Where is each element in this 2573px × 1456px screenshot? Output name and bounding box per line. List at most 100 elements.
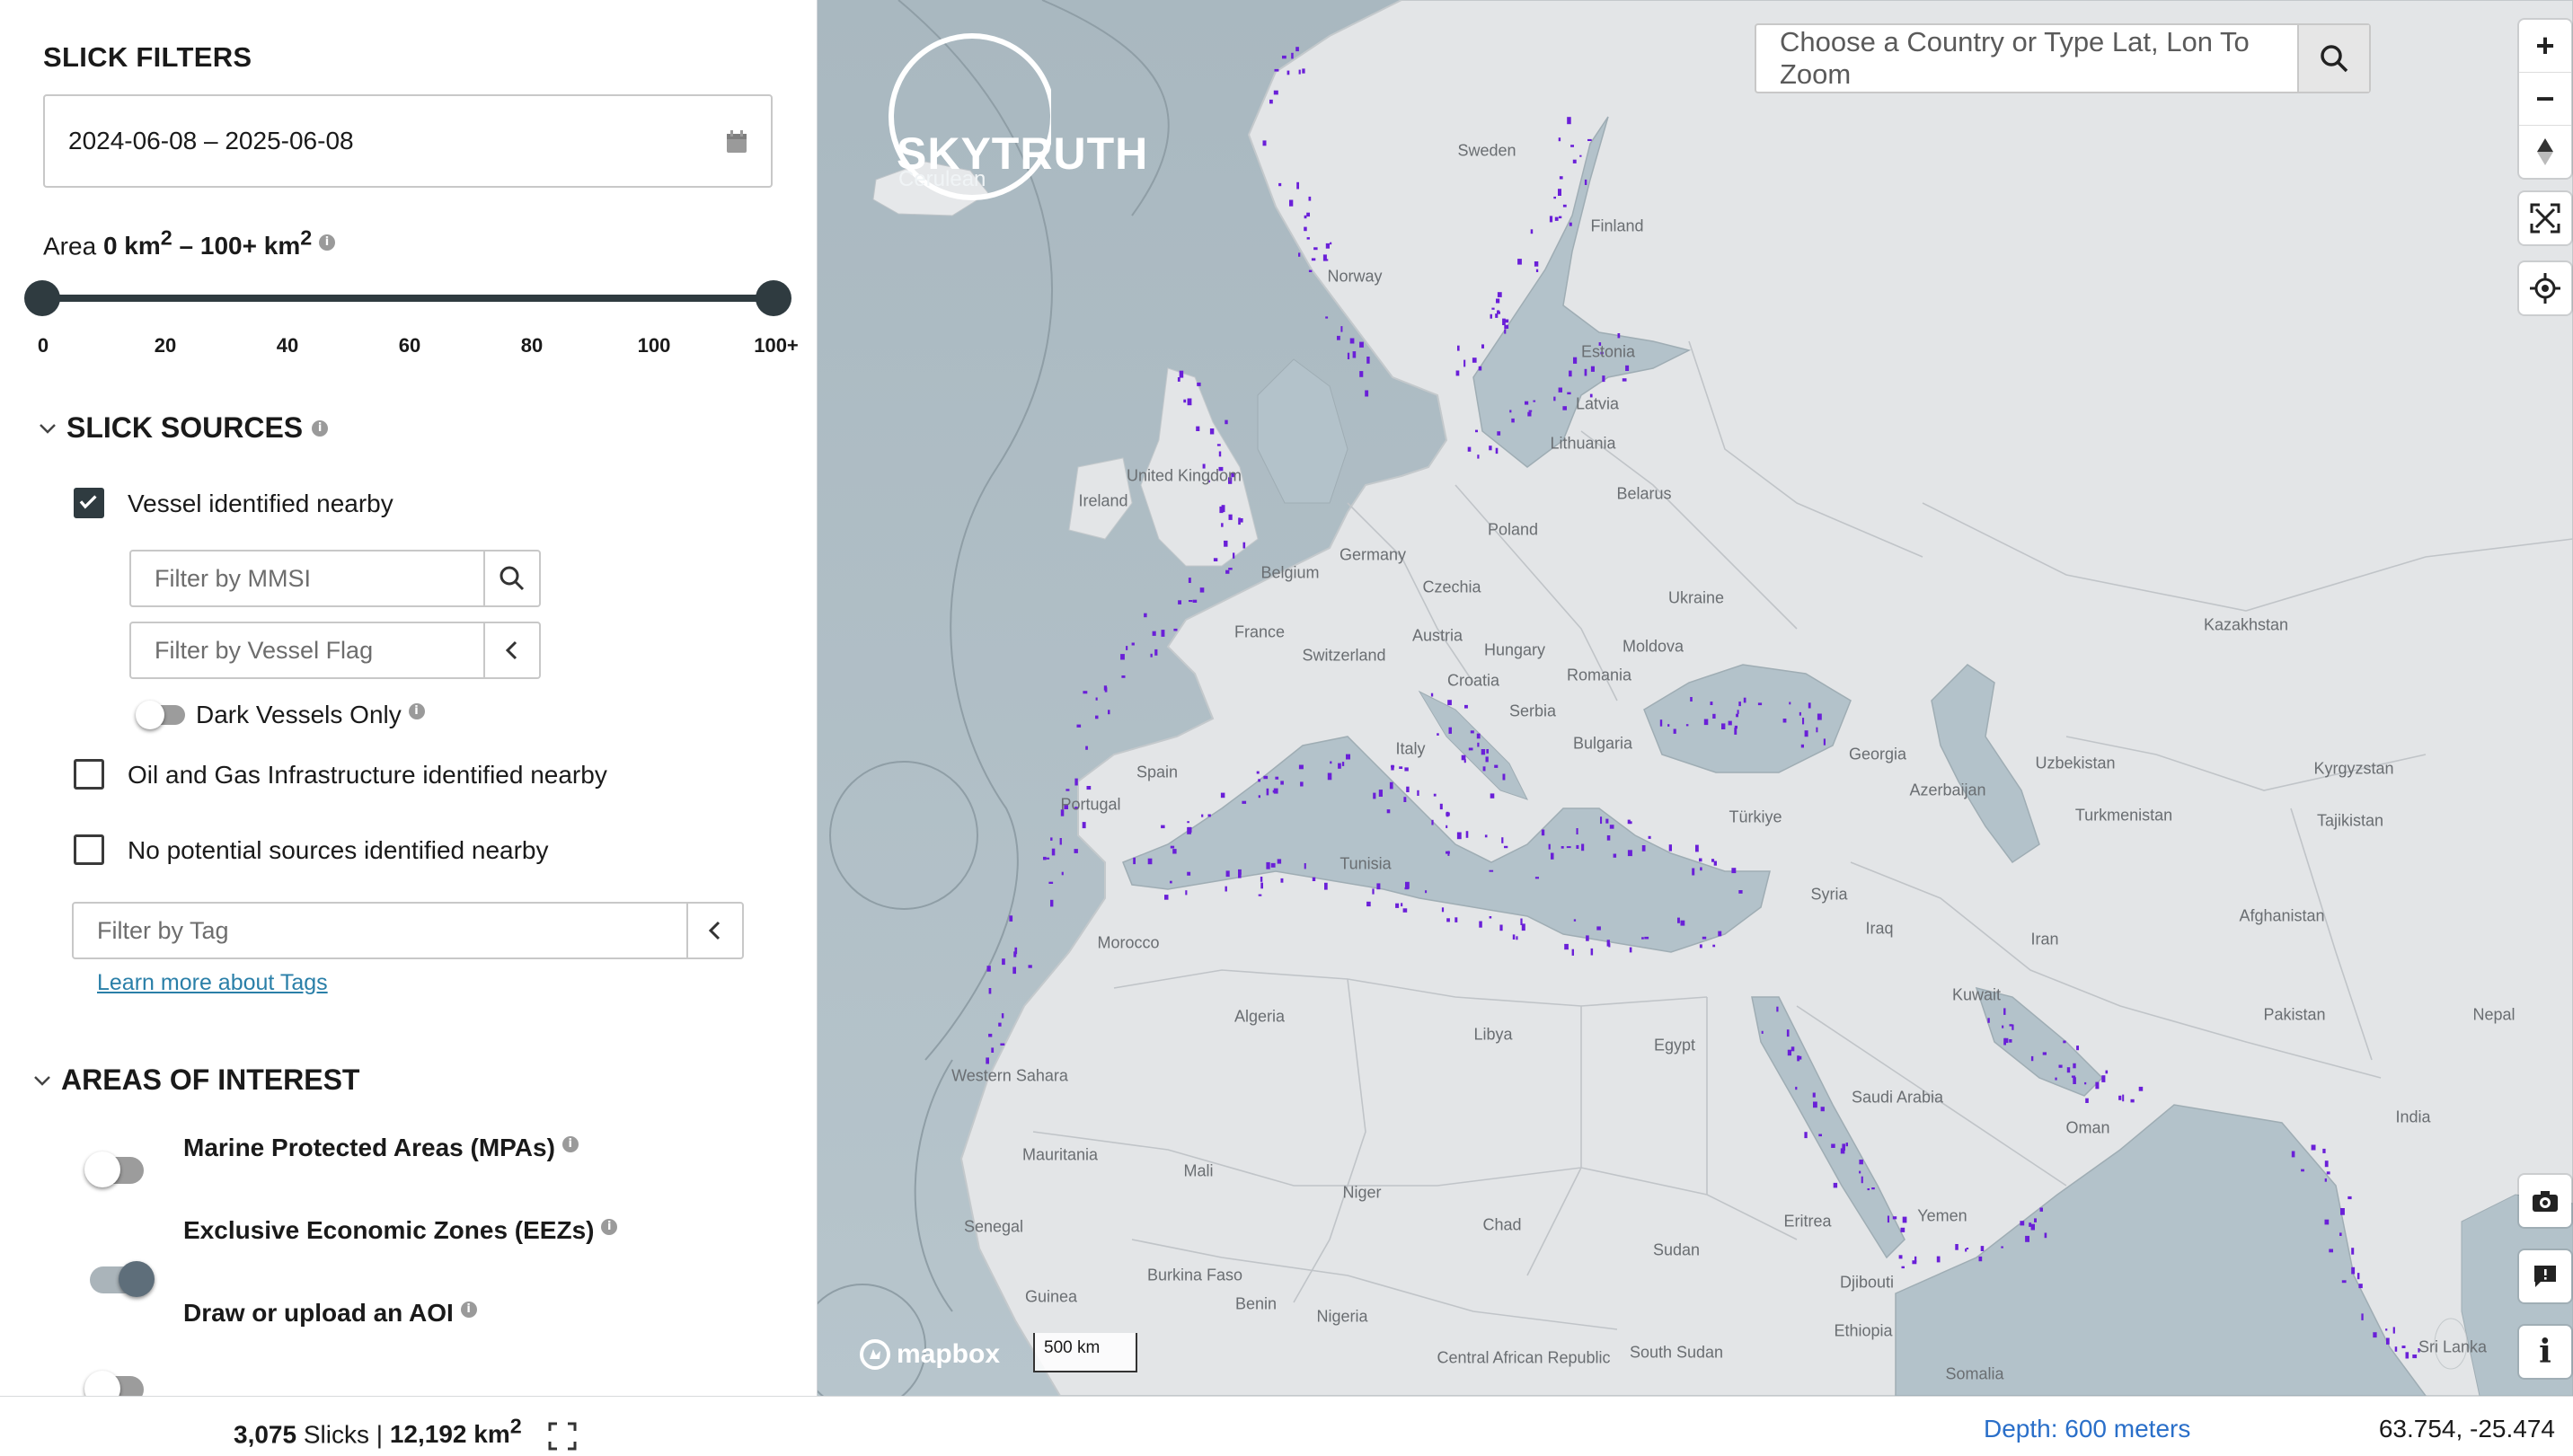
slick-marker[interactable] — [1086, 786, 1092, 790]
info-icon[interactable]: i — [312, 419, 329, 437]
slick-marker[interactable] — [1795, 1086, 1798, 1090]
slick-marker[interactable] — [1609, 825, 1614, 829]
slick-marker[interactable] — [1936, 1256, 1941, 1263]
slick-marker[interactable] — [1786, 1029, 1790, 1037]
slick-marker[interactable] — [1304, 215, 1307, 219]
slick-marker[interactable] — [1446, 825, 1448, 828]
geolocate-button[interactable] — [2519, 262, 2571, 314]
slick-marker[interactable] — [1776, 1006, 1779, 1012]
slick-marker[interactable] — [1887, 1215, 1889, 1223]
slick-marker[interactable] — [1050, 899, 1054, 907]
slick-marker[interactable] — [1389, 781, 1393, 790]
slick-marker[interactable] — [1479, 921, 1482, 928]
slick-marker[interactable] — [1386, 809, 1391, 814]
slick-marker[interactable] — [1144, 613, 1147, 618]
slick-marker[interactable] — [1734, 728, 1737, 735]
slick-marker[interactable] — [1120, 654, 1125, 660]
slick-marker[interactable] — [1737, 710, 1739, 714]
slick-marker[interactable] — [1233, 552, 1235, 559]
slick-marker[interactable] — [1192, 599, 1198, 603]
slick-marker[interactable] — [1076, 724, 1082, 728]
slick-marker[interactable] — [1629, 821, 1632, 825]
slick-marker[interactable] — [1431, 819, 1434, 825]
slick-marker[interactable] — [2009, 1039, 2012, 1043]
slick-marker[interactable] — [2348, 1196, 2352, 1200]
slick-marker[interactable] — [2122, 1094, 2125, 1102]
slick-marker[interactable] — [1710, 702, 1713, 705]
slick-marker[interactable] — [1559, 176, 1563, 180]
slick-marker[interactable] — [1467, 446, 1472, 452]
slick-marker[interactable] — [1743, 697, 1746, 703]
slick-marker[interactable] — [2025, 1235, 2029, 1242]
slick-marker[interactable] — [1446, 811, 1449, 817]
slick-marker[interactable] — [1446, 918, 1450, 922]
slick-marker[interactable] — [1266, 861, 1270, 869]
slick-marker[interactable] — [1258, 894, 1262, 896]
slick-marker[interactable] — [1817, 713, 1822, 720]
slick-marker[interactable] — [1728, 720, 1732, 726]
slick-marker[interactable] — [1842, 1143, 1845, 1152]
slick-marker[interactable] — [1126, 646, 1128, 650]
slick-marker[interactable] — [1221, 523, 1224, 527]
slick-marker[interactable] — [1845, 1143, 1848, 1147]
slick-marker[interactable] — [1553, 196, 1556, 199]
slick-marker[interactable] — [2058, 1064, 2063, 1068]
slick-marker[interactable] — [1804, 1132, 1808, 1139]
slick-marker[interactable] — [1527, 411, 1532, 417]
slick-marker[interactable] — [1240, 518, 1243, 523]
slick-marker[interactable] — [1586, 935, 1589, 941]
slick-marker[interactable] — [1002, 958, 1005, 966]
slick-marker[interactable] — [2386, 1337, 2390, 1345]
slick-marker[interactable] — [1668, 844, 1672, 852]
slick-marker[interactable] — [1667, 724, 1670, 727]
tag-filter[interactable]: Filter by Tag — [72, 902, 744, 959]
slick-marker[interactable] — [1812, 1092, 1816, 1098]
slick-marker[interactable] — [1644, 936, 1649, 940]
slick-marker[interactable] — [1521, 923, 1525, 931]
slick-marker[interactable] — [1987, 1018, 1990, 1023]
slick-marker[interactable] — [1260, 882, 1263, 889]
slick-marker[interactable] — [1820, 1107, 1825, 1112]
compass-button[interactable] — [2519, 125, 2571, 178]
slick-marker[interactable] — [1095, 715, 1099, 719]
slick-marker[interactable] — [1074, 849, 1078, 853]
slick-marker[interactable] — [986, 1057, 989, 1064]
slick-marker[interactable] — [2002, 1025, 2004, 1028]
slick-marker[interactable] — [1224, 541, 1228, 543]
slick-marker[interactable] — [1569, 370, 1572, 377]
area-slider-track[interactable] — [41, 295, 774, 302]
slick-marker[interactable] — [2373, 1332, 2377, 1338]
slick-marker[interactable] — [1457, 345, 1460, 351]
slick-marker[interactable] — [1425, 890, 1428, 894]
slick-marker[interactable] — [1028, 965, 1032, 968]
slick-marker[interactable] — [1477, 454, 1480, 459]
slick-marker[interactable] — [1570, 145, 1574, 147]
slick-marker[interactable] — [1001, 1013, 1004, 1019]
slick-marker[interactable] — [2105, 1070, 2109, 1074]
slick-marker[interactable] — [1558, 387, 1562, 393]
fullscreen-button[interactable] — [2519, 192, 2571, 244]
slick-marker[interactable] — [1738, 890, 1743, 894]
slick-marker[interactable] — [1485, 756, 1489, 763]
slick-marker[interactable] — [1703, 719, 1709, 726]
slick-marker[interactable] — [1617, 333, 1621, 339]
slick-marker[interactable] — [998, 1022, 1002, 1027]
slick-marker[interactable] — [1152, 631, 1156, 636]
slick-marker[interactable] — [1000, 1043, 1005, 1046]
vessel-flag-input[interactable]: Filter by Vessel Flag — [131, 623, 483, 677]
slick-marker[interactable] — [1787, 1049, 1791, 1056]
location-search[interactable]: Choose a Country or Type Lat, Lon To Zoo… — [1755, 23, 2371, 93]
slick-marker[interactable] — [1346, 754, 1350, 760]
slick-marker[interactable] — [1082, 822, 1086, 829]
slick-marker[interactable] — [2301, 1169, 2304, 1172]
mpa-toggle[interactable] — [84, 1152, 144, 1187]
slick-marker[interactable] — [1095, 697, 1098, 701]
slick-marker[interactable] — [1349, 338, 1355, 344]
slick-marker[interactable] — [1050, 837, 1053, 841]
slick-marker[interactable] — [1490, 313, 1493, 319]
slick-marker[interactable] — [2073, 1077, 2076, 1084]
slick-marker[interactable] — [1238, 517, 1241, 525]
slick-marker[interactable] — [1280, 878, 1284, 883]
slick-marker[interactable] — [1818, 1134, 1822, 1137]
slick-marker[interactable] — [1535, 269, 1539, 272]
